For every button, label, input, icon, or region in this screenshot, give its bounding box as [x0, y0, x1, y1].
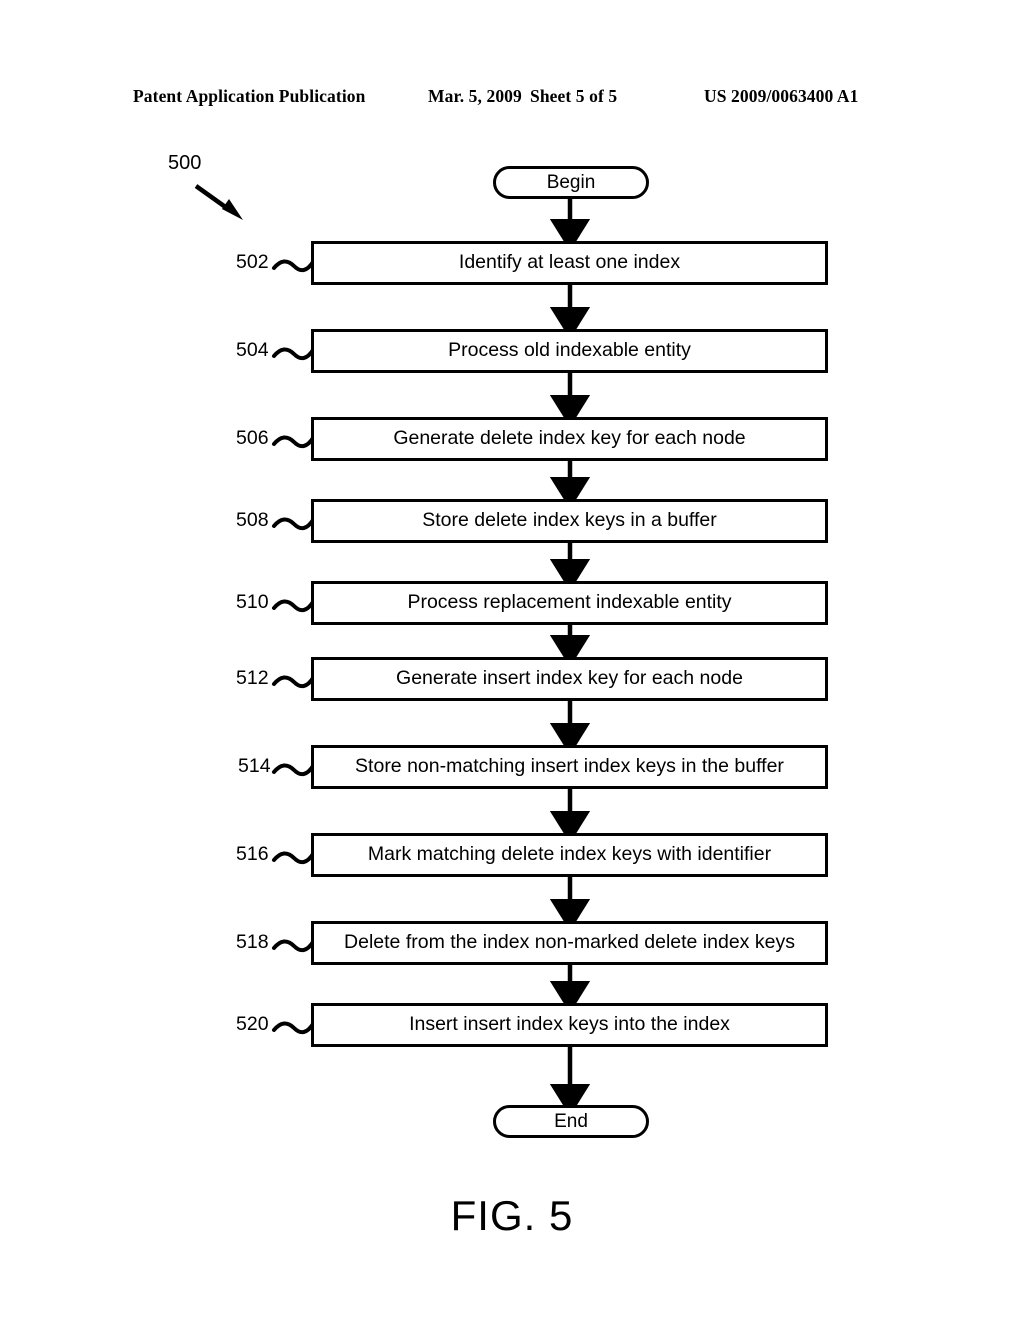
flow-terminal-begin[interactable]: Begin [493, 166, 649, 199]
reference-number-518: 518 [236, 931, 269, 953]
reference-number-502: 502 [236, 251, 269, 273]
flow-step-518-label: Delete from the index non-marked delete … [344, 931, 795, 954]
flow-terminal-end[interactable]: End [493, 1105, 649, 1138]
flow-step-514[interactable]: Store non-matching insert index keys in … [311, 745, 828, 789]
flow-step-502[interactable]: Identify at least one index [311, 241, 828, 285]
reference-number-514: 514 [238, 755, 271, 777]
flow-step-516[interactable]: Mark matching delete index keys with ide… [311, 833, 828, 877]
flow-step-512[interactable]: Generate insert index key for each node [311, 657, 828, 701]
reference-number-520: 520 [236, 1013, 269, 1035]
figure-caption: FIG. 5 [450, 1192, 574, 1239]
flow-step-508-label: Store delete index keys in a buffer [422, 509, 717, 532]
flow-step-520[interactable]: Insert insert index keys into the index [311, 1003, 828, 1047]
flow-step-508[interactable]: Store delete index keys in a buffer [311, 499, 828, 543]
flow-step-510-label: Process replacement indexable entity [407, 591, 732, 614]
flow-step-504[interactable]: Process old indexable entity [311, 329, 828, 373]
reference-number-512: 512 [236, 667, 269, 689]
flow-step-506[interactable]: Generate delete index key for each node [311, 417, 828, 461]
flow-terminal-begin-label: Begin [546, 172, 596, 193]
flow-step-504-label: Process old indexable entity [448, 339, 691, 362]
diagram-reference-arrow [194, 184, 243, 220]
flow-step-520-label: Insert insert index keys into the index [409, 1013, 730, 1036]
reference-number-504: 504 [236, 339, 269, 361]
reference-number-506: 506 [236, 427, 269, 449]
diagram-reference-number: 500 [168, 152, 202, 174]
flow-step-518[interactable]: Delete from the index non-marked delete … [311, 921, 828, 965]
flow-step-510[interactable]: Process replacement indexable entity [311, 581, 828, 625]
flow-step-514-label: Store non-matching insert index keys in … [355, 755, 784, 778]
flow-step-506-label: Generate delete index key for each node [393, 427, 746, 450]
flow-step-502-label: Identify at least one index [458, 251, 681, 274]
flow-step-516-label: Mark matching delete index keys with ide… [367, 843, 772, 866]
reference-leader-squiggles [272, 255, 315, 1043]
flow-step-512-label: Generate insert index key for each node [396, 667, 743, 690]
reference-number-508: 508 [236, 509, 269, 531]
flow-terminal-end-label: End [554, 1111, 588, 1132]
reference-number-510: 510 [236, 591, 269, 613]
reference-number-516: 516 [236, 843, 269, 865]
